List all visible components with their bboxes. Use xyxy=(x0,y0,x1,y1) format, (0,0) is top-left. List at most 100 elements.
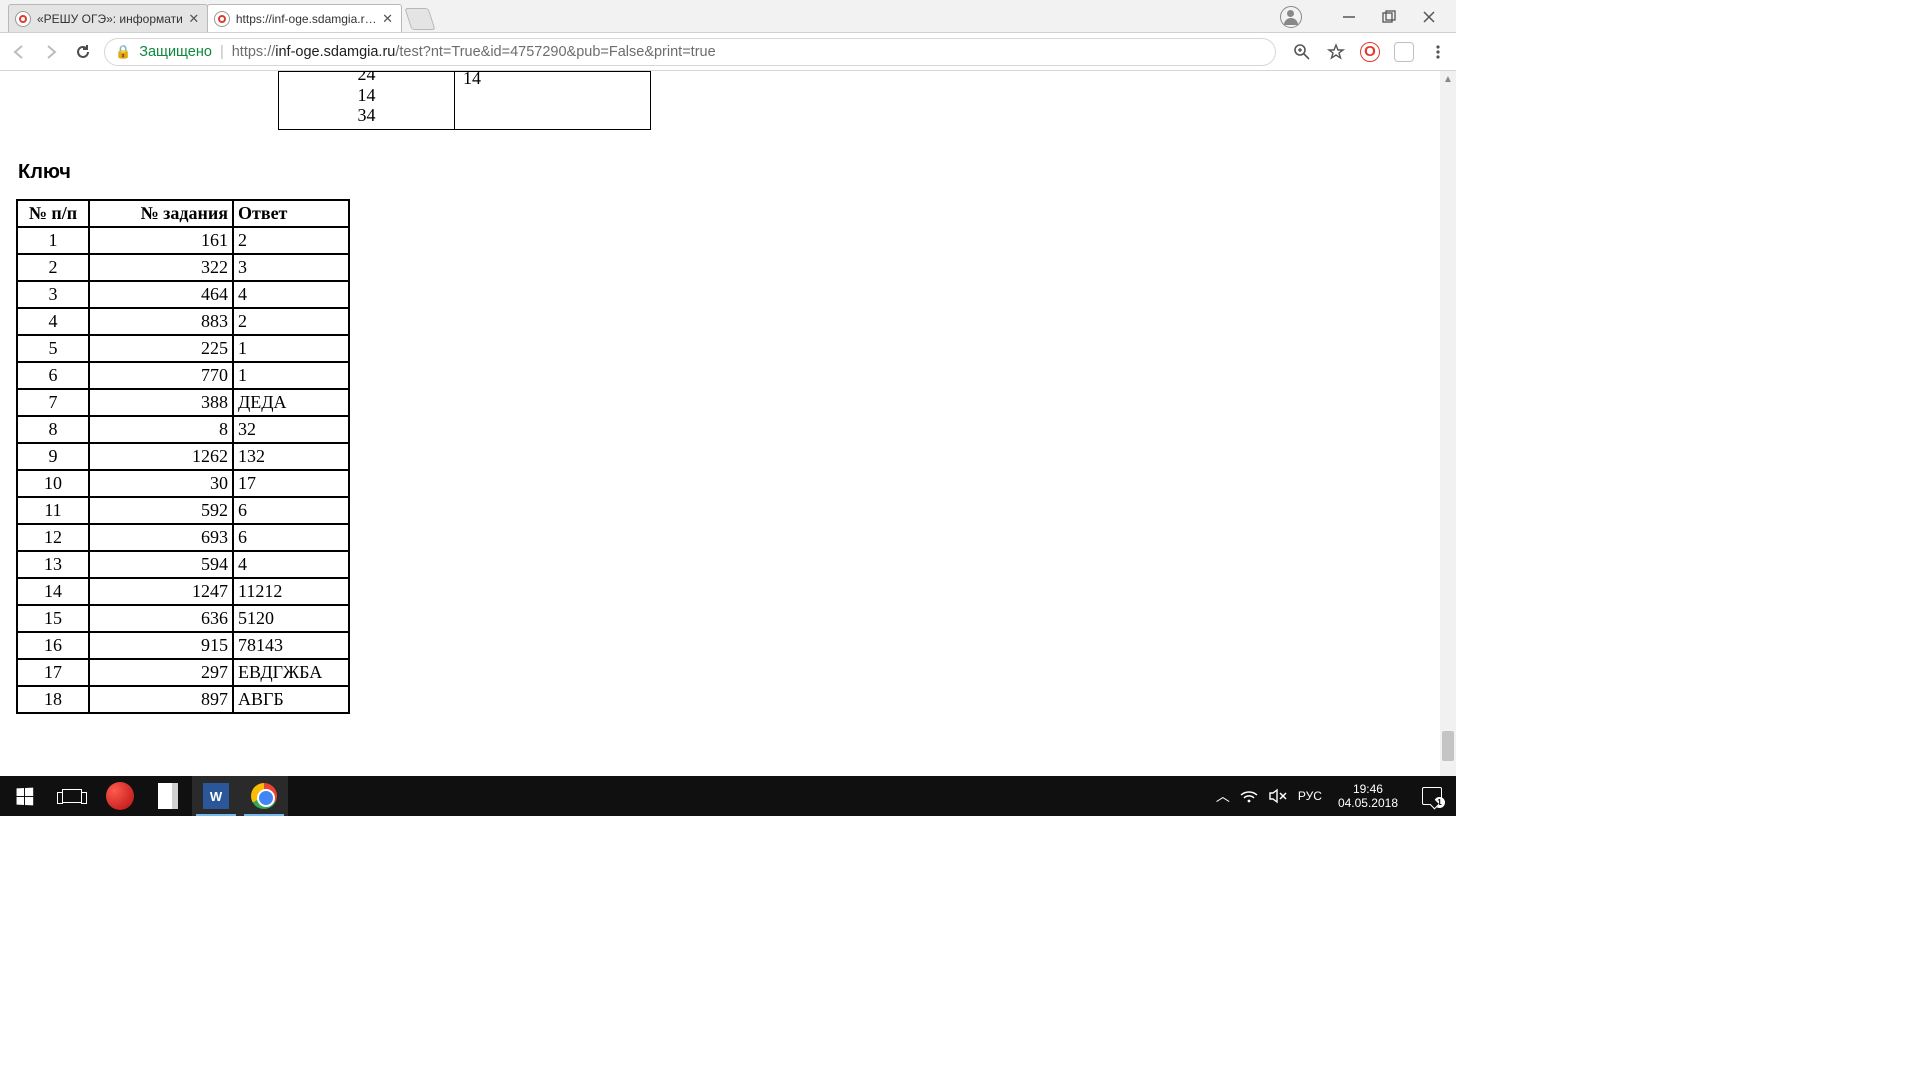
table-row: 11612 xyxy=(17,227,349,254)
tab-close-icon[interactable]: ✕ xyxy=(381,12,395,26)
key-cell-answer: 4 xyxy=(233,281,349,308)
key-cell-answer: 78143 xyxy=(233,632,349,659)
tray-chevron-icon[interactable]: ︿ xyxy=(1216,786,1230,806)
key-cell-task: 693 xyxy=(89,524,233,551)
tray-clock[interactable]: 19:46 04.05.2018 xyxy=(1332,782,1404,811)
key-cell-task: 322 xyxy=(89,254,233,281)
window-close-icon[interactable] xyxy=(1420,8,1438,26)
table-row: 156365120 xyxy=(17,605,349,632)
tray-time: 19:46 xyxy=(1338,782,1398,796)
key-cell-task: 161 xyxy=(89,227,233,254)
tab-close-icon[interactable]: ✕ xyxy=(187,12,201,26)
tab-title: «РЕШУ ОГЭ»: информати xyxy=(37,12,183,26)
key-col-header: № задания xyxy=(89,200,233,227)
key-cell-task: 592 xyxy=(89,497,233,524)
tab-title: https://inf-oge.sdamgia.r… xyxy=(236,12,377,26)
key-cell-answer: 6 xyxy=(233,524,349,551)
table-row: 14124711212 xyxy=(17,578,349,605)
key-cell-answer: 1 xyxy=(233,335,349,362)
key-cell-answer: 17 xyxy=(233,470,349,497)
window-minimize-icon[interactable] xyxy=(1340,8,1358,26)
key-cell-answer: 11212 xyxy=(233,578,349,605)
lock-icon: 🔒 xyxy=(115,44,131,60)
taskbar-app-opera[interactable] xyxy=(96,776,144,816)
key-cell-n: 3 xyxy=(17,281,89,308)
key-cell-task: 636 xyxy=(89,605,233,632)
address-bar[interactable]: 🔒 Защищено | https://inf-oge.sdamgia.ru/… xyxy=(104,38,1276,66)
new-tab-button[interactable] xyxy=(404,8,435,30)
bookmark-star-icon[interactable] xyxy=(1326,42,1346,62)
key-cell-n: 2 xyxy=(17,254,89,281)
opera-icon xyxy=(106,782,134,810)
key-cell-task: 1262 xyxy=(89,443,233,470)
key-cell-answer: 6 xyxy=(233,497,349,524)
taskbar-app-word[interactable]: W xyxy=(192,776,240,816)
nav-back-icon[interactable] xyxy=(8,41,30,63)
scrollbar-thumb[interactable] xyxy=(1442,731,1454,761)
key-cell-task: 770 xyxy=(89,362,233,389)
nav-forward-icon[interactable] xyxy=(40,41,62,63)
browser-tab-1[interactable]: https://inf-oge.sdamgia.r… ✕ xyxy=(207,4,402,32)
table-row: 135944 xyxy=(17,551,349,578)
start-button[interactable] xyxy=(0,776,48,816)
fragment-cell-right: 14 xyxy=(455,72,651,130)
key-cell-n: 16 xyxy=(17,632,89,659)
chrome-menu-icon[interactable] xyxy=(1428,42,1448,62)
section-heading: Ключ xyxy=(18,161,71,184)
key-cell-task: 225 xyxy=(89,335,233,362)
key-cell-answer: 3 xyxy=(233,254,349,281)
key-cell-answer: ДЕДА xyxy=(233,389,349,416)
table-row: 67701 xyxy=(17,362,349,389)
key-cell-n: 1 xyxy=(17,227,89,254)
key-cell-n: 5 xyxy=(17,335,89,362)
key-cell-n: 4 xyxy=(17,308,89,335)
secure-label: Защищено xyxy=(139,44,212,60)
word-icon: W xyxy=(203,783,229,809)
key-cell-task: 30 xyxy=(89,470,233,497)
tray-language[interactable]: РУС xyxy=(1298,789,1322,803)
table-row: 1691578143 xyxy=(17,632,349,659)
answer-key-table: № п/п № задания Ответ 116122322334644488… xyxy=(16,199,350,714)
key-cell-n: 17 xyxy=(17,659,89,686)
scroll-up-icon[interactable]: ▲ xyxy=(1440,71,1456,87)
table-row: 18897АВГБ xyxy=(17,686,349,713)
table-row: 17297ЕВДГЖБА xyxy=(17,659,349,686)
key-cell-n: 13 xyxy=(17,551,89,578)
table-row: 126936 xyxy=(17,524,349,551)
profile-avatar-icon[interactable] xyxy=(1280,6,1302,28)
key-cell-answer: 32 xyxy=(233,416,349,443)
nav-reload-icon[interactable] xyxy=(72,41,94,63)
tab-favicon xyxy=(15,11,31,27)
action-center-icon[interactable]: 1 xyxy=(1422,787,1442,805)
extension-generic-icon[interactable] xyxy=(1394,42,1414,62)
vertical-scrollbar[interactable]: ▲ xyxy=(1440,71,1456,776)
table-row: 8832 xyxy=(17,416,349,443)
key-cell-answer: АВГБ xyxy=(233,686,349,713)
page-viewport: 24 14 34 14 Ключ № п/п № задания Ответ 1… xyxy=(0,71,1440,776)
extension-opera-icon[interactable]: O xyxy=(1360,42,1380,62)
key-cell-answer: 2 xyxy=(233,308,349,335)
tray-wifi-icon[interactable] xyxy=(1240,789,1258,803)
browser-toolbar: 🔒 Защищено | https://inf-oge.sdamgia.ru/… xyxy=(0,33,1456,71)
key-cell-n: 8 xyxy=(17,416,89,443)
browser-tab-0[interactable]: «РЕШУ ОГЭ»: информати ✕ xyxy=(8,4,208,32)
table-row: 115926 xyxy=(17,497,349,524)
key-cell-n: 12 xyxy=(17,524,89,551)
taskbar-app-file[interactable] xyxy=(144,776,192,816)
url-text: https://inf-oge.sdamgia.ru/test?nt=True&… xyxy=(232,44,716,60)
browser-tabstrip: «РЕШУ ОГЭ»: информати ✕ https://inf-oge.… xyxy=(0,0,1456,33)
key-cell-task: 8 xyxy=(89,416,233,443)
tab-favicon xyxy=(214,11,230,27)
key-cell-n: 6 xyxy=(17,362,89,389)
windows-logo-icon xyxy=(16,787,33,805)
taskbar-app-chrome[interactable] xyxy=(240,776,288,816)
windows-taskbar: W ︿ РУС 19:46 04.05.2018 1 xyxy=(0,776,1456,816)
key-cell-task: 883 xyxy=(89,308,233,335)
window-maximize-icon[interactable] xyxy=(1380,8,1398,26)
zoom-icon[interactable] xyxy=(1292,42,1312,62)
key-cell-answer: 5120 xyxy=(233,605,349,632)
key-cell-task: 464 xyxy=(89,281,233,308)
task-view-button[interactable] xyxy=(48,776,96,816)
tray-volume-muted-icon[interactable] xyxy=(1268,788,1288,804)
key-cell-task: 297 xyxy=(89,659,233,686)
